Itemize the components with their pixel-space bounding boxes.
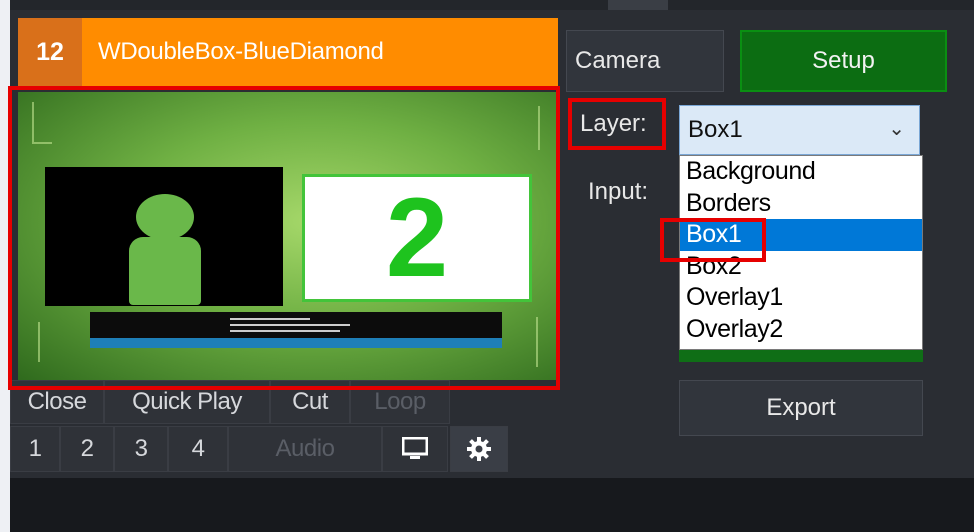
layer-option-box1[interactable]: Box1 bbox=[680, 219, 922, 251]
circuit-line bbox=[32, 142, 52, 146]
export-button[interactable]: Export bbox=[679, 380, 923, 436]
setup-button[interactable]: Setup bbox=[740, 30, 947, 92]
monitor-icon bbox=[402, 437, 428, 459]
monitor-button[interactable] bbox=[382, 426, 448, 472]
overlay-2-button[interactable]: 2 bbox=[60, 426, 114, 472]
box2-number: 2 bbox=[385, 175, 449, 300]
input-label: Input: bbox=[588, 178, 649, 205]
layer-option-box2[interactable]: Box2 bbox=[680, 251, 922, 283]
audio-button[interactable]: Audio bbox=[228, 426, 382, 472]
lower-third-bar bbox=[90, 338, 502, 348]
overlay-4-button[interactable]: 4 bbox=[168, 426, 228, 472]
layer-option-borders[interactable]: Borders bbox=[680, 188, 922, 220]
input-select-edge bbox=[679, 350, 923, 362]
box2-placeholder: 2 bbox=[302, 174, 532, 302]
bottom-area bbox=[10, 478, 974, 532]
circuit-line bbox=[536, 317, 540, 367]
top-strip bbox=[10, 0, 974, 10]
chevron-down-icon: ⌄ bbox=[888, 118, 905, 140]
layer-select-value: Box1 bbox=[688, 116, 743, 143]
input-number: 12 bbox=[18, 18, 82, 86]
layer-option-overlay1[interactable]: Overlay1 bbox=[680, 282, 922, 314]
input-title-bar[interactable]: 12 WDoubleBox-BlueDiamond bbox=[18, 18, 558, 86]
layer-option-background[interactable]: Background bbox=[680, 156, 922, 188]
layer-dropdown-list[interactable]: Background Borders Box1 Box2 Overlay1 Ov… bbox=[679, 155, 923, 350]
window-edge bbox=[0, 0, 10, 532]
layer-select[interactable]: Box1 ⌄ bbox=[679, 105, 920, 155]
overlay-1-button[interactable]: 1 bbox=[10, 426, 60, 472]
overlay-3-button[interactable]: 3 bbox=[114, 426, 168, 472]
cut-button[interactable]: Cut bbox=[270, 380, 350, 424]
circuit-line bbox=[538, 106, 542, 150]
top-tab-edge bbox=[608, 0, 668, 10]
close-button[interactable]: Close bbox=[10, 380, 104, 424]
lower-third-text-line bbox=[230, 330, 340, 332]
input-name: WDoubleBox-BlueDiamond bbox=[98, 38, 384, 65]
circuit-line bbox=[38, 322, 42, 362]
camera-button[interactable]: Camera bbox=[566, 30, 724, 92]
lower-third-text-line bbox=[230, 324, 350, 326]
lower-third-overlay bbox=[90, 312, 502, 348]
lower-third-text-line bbox=[230, 318, 310, 320]
gear-icon bbox=[467, 437, 491, 461]
quick-play-button[interactable]: Quick Play bbox=[104, 380, 270, 424]
circuit-line bbox=[32, 102, 36, 142]
settings-button[interactable] bbox=[450, 426, 508, 472]
layer-option-overlay2[interactable]: Overlay2 bbox=[680, 314, 922, 346]
person-body-icon bbox=[129, 237, 201, 305]
person-head-icon bbox=[136, 194, 194, 240]
layer-label: Layer: bbox=[580, 110, 647, 137]
loop-button[interactable]: Loop bbox=[350, 380, 450, 424]
